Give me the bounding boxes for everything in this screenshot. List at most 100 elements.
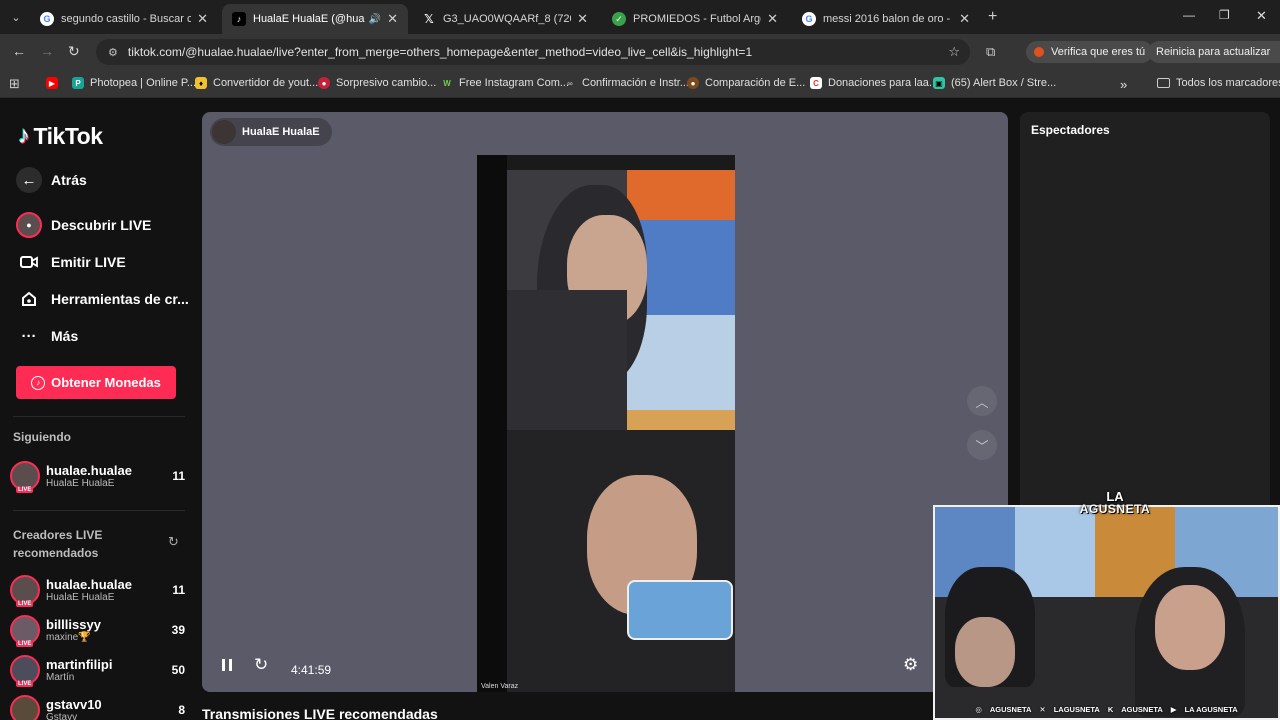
browser-tab[interactable]: G messi 2016 balon de oro - Busc ✕ (792, 4, 980, 34)
avatar (10, 461, 40, 493)
close-window-icon[interactable]: ✕ (1256, 8, 1267, 24)
bookmark-item[interactable]: ∞ Confirmación e Instr... (564, 77, 689, 89)
get-coins-button[interactable]: ♪ Obtener Monedas (16, 366, 176, 399)
youtube-icon: ▶ (46, 77, 58, 89)
next-stream-button[interactable]: ﹀ (967, 430, 997, 460)
bookmark-item[interactable]: P Photopea | Online P... (72, 77, 196, 89)
video-scene (507, 290, 627, 430)
close-tab-icon[interactable]: ✕ (577, 11, 588, 27)
pause-button[interactable] (220, 658, 234, 677)
speaker-icon[interactable]: 🔊 (369, 14, 381, 25)
close-tab-icon[interactable]: ✕ (387, 11, 398, 27)
close-tab-icon[interactable]: ✕ (767, 11, 778, 27)
creator-account[interactable]: billlissyy maxine🏆 39 (10, 612, 185, 648)
google-icon: G (40, 12, 54, 26)
live-avatar-icon: ● (16, 212, 42, 238)
nav-label: Emitir LIVE (51, 254, 126, 270)
site-info-icon[interactable]: ⚙ (108, 46, 118, 59)
video-caption: Valen Varaz (481, 683, 519, 690)
update-chip[interactable]: Reinicia para actualizar ⋮ (1148, 41, 1280, 63)
more-bookmarks-icon[interactable]: » (1120, 77, 1127, 92)
new-tab-icon[interactable]: + (988, 8, 997, 26)
youtube-icon: ▶ (1170, 705, 1177, 714)
link-icon: ∞ (567, 78, 573, 88)
previous-stream-button[interactable]: ︿ (967, 386, 997, 416)
following-account[interactable]: hualae.hualae HualaE HualaE 11 (10, 458, 185, 494)
google-icon: G (802, 12, 816, 26)
browser-tab-active[interactable]: ♪ HualaE HualaE (@hualae.hu 🔊 ✕ (222, 4, 408, 34)
browser-tab[interactable]: 𝕏 G3_UAO0WQAARf_8 (720×120 ✕ (412, 4, 598, 34)
nav-more[interactable]: ··· Más (16, 323, 79, 349)
verify-chip[interactable]: Verifica que eres tú (1026, 41, 1154, 63)
tiktok-logo[interactable]: ♪ TikTok (18, 122, 103, 150)
apps-grid-icon[interactable]: ⊞ (9, 76, 20, 92)
coin-icon: ♪ (31, 375, 46, 390)
nav-go-live[interactable]: Emitir LIVE (16, 249, 126, 275)
close-tab-icon[interactable]: ✕ (959, 11, 970, 27)
more-dots-icon: ··· (21, 327, 37, 345)
bookmark-item[interactable]: ● Comparación de E... (687, 77, 805, 89)
alert-dot-icon (1034, 47, 1044, 57)
creator-account[interactable]: gstavv10 Gstavv 8 (10, 692, 185, 720)
tab-title: segundo castillo - Buscar con G (61, 13, 192, 25)
account-subtitle: Martín (46, 672, 75, 683)
converter-icon: ♦ (195, 77, 207, 89)
video-scene (627, 170, 735, 220)
social-handle: AGUSNETA (989, 705, 1032, 714)
viewer-count: 11 (172, 469, 185, 483)
webcam-face (1155, 585, 1225, 670)
browser-tab[interactable]: G segundo castillo - Buscar con G ✕ (30, 4, 218, 34)
creator-account[interactable]: martinfilipi Martín 50 (10, 652, 185, 688)
url-text[interactable]: tiktok.com/@hualae.hualae/live?enter_fro… (128, 45, 752, 59)
w-icon: W (443, 78, 451, 88)
bookmark-item[interactable]: ● Sorpresivo cambio... (318, 77, 436, 89)
bookmark-label: Sorpresivo cambio... (336, 77, 437, 89)
bookmarks-bar: ⊞ ▶ P Photopea | Online P... ♦ Convertid… (0, 70, 1280, 98)
x-icon: 𝕏 (424, 12, 434, 26)
social-handle: AGUSNETA (1121, 705, 1163, 714)
extensions-icon[interactable]: ⧉ (986, 44, 995, 60)
tab-search-icon[interactable]: ⌄ (6, 8, 26, 26)
bookmark-item[interactable]: ♦ Convertidor de yout... (195, 77, 318, 89)
restore-icon[interactable]: ❐ (1219, 8, 1230, 22)
live-player[interactable]: HualaE HualaE Valen Varaz ︿ ﹀ ↻ 4:41:59 … (202, 112, 1008, 692)
back-arrow-icon: ← (16, 167, 42, 193)
settings-gear-icon[interactable]: ⚙ (903, 655, 918, 675)
nav-discover-live[interactable]: ● Descubrir LIVE (16, 212, 151, 238)
bookmark-item[interactable]: ▶ (46, 77, 64, 89)
instagram-icon: ◎ (975, 705, 982, 714)
all-bookmarks-folder[interactable]: Todos los marcadores (1157, 77, 1280, 89)
donation-icon: C (810, 77, 822, 89)
host-avatar (212, 120, 236, 144)
back-link[interactable]: ← Atrás (16, 167, 87, 193)
browser-tab[interactable]: ✓ PROMIEDOS - Futbol Argentino ✕ (602, 4, 788, 34)
viewer-count: 50 (171, 663, 185, 677)
avatar (10, 575, 40, 607)
account-text: hualae.hualae HualaE HualaE (46, 463, 168, 489)
live-video-frame[interactable]: Valen Varaz (477, 155, 735, 692)
avatar (10, 695, 40, 720)
bookmark-item[interactable]: W Free Instagram Com... (441, 77, 569, 89)
folder-icon (1157, 78, 1170, 88)
coins-label: Obtener Monedas (51, 375, 161, 390)
viewers-title: Espectadores (1031, 123, 1110, 137)
video-inset (627, 580, 733, 640)
back-arrow-icon[interactable]: ← (12, 43, 26, 59)
bookmark-star-icon[interactable]: ☆ (948, 44, 960, 60)
address-bar[interactable]: ⚙ tiktok.com/@hualae.hualae/live?enter_f… (96, 39, 970, 65)
refresh-icon[interactable]: ↻ (168, 534, 179, 550)
forward-arrow-icon[interactable]: → (40, 43, 54, 59)
creator-account[interactable]: hualae.hualae HualaE HualaE 11 (10, 572, 185, 608)
reload-icon[interactable]: ↻ (68, 43, 80, 60)
bookmark-item[interactable]: ▣ (65) Alert Box / Stre... (933, 77, 1056, 89)
close-tab-icon[interactable]: ✕ (197, 11, 208, 27)
alertbox-icon: ▣ (933, 77, 945, 89)
nav-creator-tools[interactable]: Herramientas de cr... (16, 286, 189, 312)
news-icon: ● (318, 77, 330, 89)
social-handle: LAGUSNETA (1053, 705, 1100, 714)
host-chip[interactable]: HualaE HualaE (210, 118, 332, 146)
bookmark-item[interactable]: C Donaciones para laa... (810, 77, 938, 89)
minimize-icon[interactable]: — (1183, 8, 1195, 22)
refresh-stream-button[interactable]: ↻ (254, 655, 268, 675)
account-subtitle: Gstavv (46, 712, 78, 720)
